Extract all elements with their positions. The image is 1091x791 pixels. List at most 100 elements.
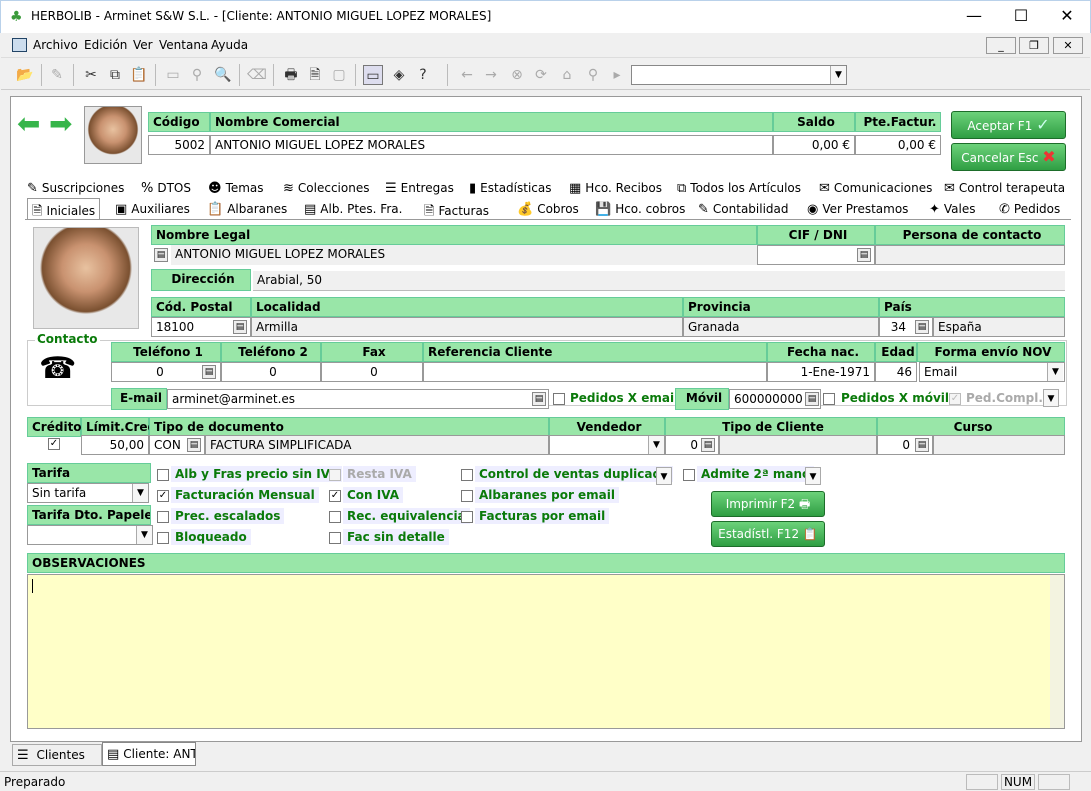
estadist-button[interactable]: Estadístl. F12 📋 <box>711 521 825 547</box>
facturacion-checkbox[interactable]: ✓ <box>157 490 169 502</box>
export-icon[interactable]: ▢ <box>329 65 349 85</box>
menu-ventana[interactable]: Ventana <box>159 38 208 52</box>
screen-icon[interactable]: ▭ <box>363 65 383 85</box>
eraser-icon[interactable]: ⌫ <box>247 65 267 85</box>
aceptar-button[interactable]: Aceptar F1 ✓ <box>951 111 1066 139</box>
resta-iva-checkbox[interactable] <box>329 469 341 481</box>
tag-icon[interactable]: ◈ <box>389 65 409 85</box>
mdi-tab-cliente[interactable]: ▤Cliente: ANT... <box>102 742 196 766</box>
control-ventas-checkbox[interactable] <box>461 469 473 481</box>
binoculars-icon[interactable]: ⚲ <box>187 65 207 85</box>
tab-iniciales[interactable]: 🗎 Iniciales <box>27 198 101 220</box>
observaciones-textarea[interactable] <box>27 574 1065 729</box>
alb-fras-checkbox[interactable] <box>157 469 169 481</box>
tab-pedidos[interactable]: ✆ Pedidos <box>999 202 1060 217</box>
imprimir-button[interactable]: Imprimir F2 🖶 <box>711 491 825 517</box>
con-iva-checkbox[interactable]: ✓ <box>329 490 341 502</box>
localidad-field[interactable]: Armilla <box>251 317 683 337</box>
lookup-icon[interactable]: ▤ <box>805 392 819 406</box>
stop-icon[interactable]: ⊗ <box>507 65 527 85</box>
tab-entregas[interactable]: ☰ Entregas <box>385 181 454 196</box>
chevron-down-icon[interactable]: ▼ <box>1047 363 1063 381</box>
nombre-comercial-field[interactable]: ANTONIO MIGUEL LOPEZ MORALES <box>210 135 773 155</box>
lookup-icon[interactable]: ▤ <box>701 438 715 452</box>
tab-estadisticas[interactable]: ▮ Estadísticas <box>469 181 552 196</box>
albaranes-email-checkbox[interactable] <box>461 490 473 502</box>
provincia-field[interactable]: Granada <box>683 317 879 337</box>
tab-facturas[interactable]: 🗎 Facturas <box>424 202 489 224</box>
back-icon[interactable]: ← <box>457 65 477 85</box>
chevron-down-icon[interactable]: ▼ <box>132 484 148 502</box>
tab-cobros[interactable]: 💰 Cobros <box>517 202 579 217</box>
tab-vales[interactable]: ✦ Vales <box>929 202 976 217</box>
email-field[interactable]: arminet@arminet.es <box>167 389 549 409</box>
lookup-icon[interactable]: ▤ <box>202 365 216 379</box>
client-photo[interactable] <box>33 227 139 329</box>
chevron-down-icon[interactable]: ▼ <box>830 66 846 84</box>
chevron-down-icon[interactable]: ▼ <box>136 526 152 544</box>
menu-ver[interactable]: Ver <box>133 38 153 52</box>
tab-ver-prestamos[interactable]: ◉ Ver Prestamos <box>807 202 908 217</box>
limit-field[interactable]: 50,00 <box>81 435 149 455</box>
bloqueado-checkbox[interactable] <box>157 532 169 544</box>
copy-icon[interactable]: ⧉ <box>105 65 125 85</box>
refresh-icon[interactable]: ⟳ <box>531 65 551 85</box>
forward-icon[interactable]: → <box>481 65 501 85</box>
tab-auxiliares[interactable]: ▣ Auxiliares <box>115 202 190 217</box>
lookup-icon[interactable]: ▤ <box>915 438 929 452</box>
home-icon[interactable]: ⌂ <box>557 65 577 85</box>
tab-suscripciones[interactable]: ✎ Suscripciones <box>27 181 124 196</box>
mdi-close-button[interactable]: ✕ <box>1053 37 1083 54</box>
persona-contacto-field[interactable] <box>875 245 1065 265</box>
print-icon[interactable]: 🖶 <box>281 65 301 85</box>
search-web-icon[interactable]: ⚲ <box>583 65 603 85</box>
lookup-icon[interactable]: ▤ <box>532 392 546 406</box>
tarifa-select[interactable]: Sin tarifa <box>27 483 149 503</box>
lookup-icon[interactable]: ▤ <box>233 320 247 334</box>
tab-temas[interactable]: ☻ Temas <box>208 181 264 196</box>
menu-edicion[interactable]: Edición <box>84 38 127 52</box>
credito-checkbox[interactable]: ✓ <box>48 438 60 450</box>
tab-colecciones[interactable]: ≋ Colecciones <box>283 181 369 196</box>
close-button[interactable]: ✕ <box>1044 1 1090 33</box>
minimize-button[interactable]: — <box>951 1 997 33</box>
fax-field[interactable]: 0 <box>321 362 423 382</box>
lookup-icon[interactable]: ▤ <box>915 320 929 334</box>
tab-control-terapeuta[interactable]: ✉ Control terapeuta <box>944 181 1065 196</box>
menu-ayuda[interactable]: Ayuda <box>211 38 248 52</box>
prev-arrow-icon[interactable]: ⬅ <box>17 110 45 139</box>
pedidos-email-checkbox[interactable] <box>553 393 565 405</box>
cut-icon[interactable]: ✂ <box>81 65 101 85</box>
tarifa-papel-select[interactable] <box>27 525 153 545</box>
search-icon[interactable]: 🔍 <box>213 65 233 85</box>
tab-comunicaciones[interactable]: ✉ Comunicaciones <box>819 181 932 196</box>
mdi-minimize-button[interactable]: _ <box>986 37 1016 54</box>
rec-equivalencia-checkbox[interactable] <box>329 511 341 523</box>
facturas-email-checkbox[interactable] <box>461 511 473 523</box>
print-preview-icon[interactable]: 🗎 <box>305 65 325 85</box>
lookup-icon[interactable]: ▤ <box>857 248 871 262</box>
lookup-icon[interactable]: ▤ <box>187 438 201 452</box>
tel2-field[interactable]: 0 <box>221 362 321 382</box>
mdi-tab-clientes[interactable]: ☰ Clientes <box>12 744 102 766</box>
tab-albaranes[interactable]: 📋 Albaranes <box>207 202 287 217</box>
menu-archivo[interactable]: Archivo <box>33 38 78 52</box>
direccion-field[interactable]: Arabial, 50 <box>253 271 1065 291</box>
admite-checkbox[interactable] <box>683 469 695 481</box>
paste-icon[interactable]: 📋 <box>129 65 149 85</box>
cancelar-button[interactable]: Cancelar Esc ✖ <box>951 143 1066 171</box>
window-icon[interactable]: ▭ <box>163 65 183 85</box>
codigo-field[interactable]: 5002 <box>148 135 210 155</box>
tab-hco-cobros[interactable]: 💾 Hco. cobros <box>595 202 685 217</box>
help-icon[interactable]: ? <box>413 65 433 85</box>
ped-compl-checkbox[interactable]: ✓ <box>949 393 961 405</box>
open-icon[interactable]: 📂 <box>15 65 35 85</box>
tab-alb-ptes-fra[interactable]: ▤ Alb. Ptes. Fra. <box>304 202 402 217</box>
maximize-button[interactable]: ☐ <box>998 1 1044 33</box>
nombre-legal-field[interactable]: ANTONIO MIGUEL LOPEZ MORALES <box>171 245 757 265</box>
pedidos-movil-checkbox[interactable] <box>823 393 835 405</box>
tab-hco-recibos[interactable]: ▦ Hco. Recibos <box>569 181 662 196</box>
tab-contabilidad[interactable]: ✎ Contabilidad <box>698 202 789 217</box>
edit-icon[interactable]: ✎ <box>47 65 67 85</box>
tab-dtos[interactable]: % DTOS <box>141 181 191 196</box>
